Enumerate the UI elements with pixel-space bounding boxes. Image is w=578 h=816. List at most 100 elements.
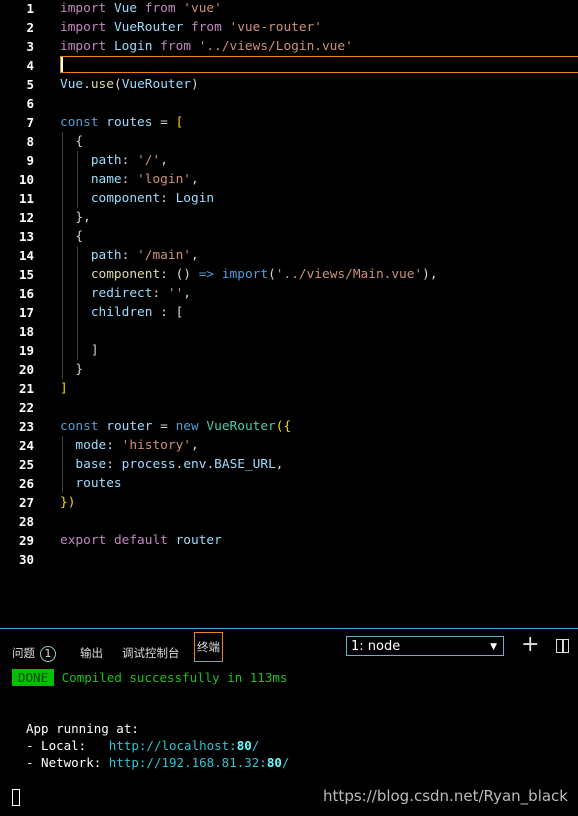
dropdown-arrow-icon: ▼ [490,642,497,652]
code-text: const routes = [ [60,115,184,130]
network-url[interactable]: http://192.168.81.32:80/ [109,755,290,770]
code-line[interactable]: 21] [0,379,578,398]
code-line[interactable]: 2 import VueRouter from 'vue-router' [0,18,578,37]
terminal-select[interactable]: 1: node ▼ [346,636,504,656]
tab-terminal[interactable]: 终端 [194,632,223,662]
code-line[interactable]: 13 { [0,227,578,246]
code-text: children : [ [60,305,184,320]
code-text: redirect: '', [60,286,192,301]
line-number: 7 [26,115,34,130]
code-line[interactable]: 9 path: '/', [0,151,578,170]
line-number: 23 [18,419,34,434]
code-text: path: '/main', [60,248,199,263]
code-line[interactable]: 28 [0,512,578,531]
code-text: }) [60,495,76,510]
compile-status-line: DONE Compiled successfully in 113ms [12,669,288,686]
line-number: 9 [26,153,34,168]
line-number: 4 [26,58,34,73]
line-number: 29 [18,533,34,548]
line-number: 25 [18,457,34,472]
line-number: 26 [18,476,34,491]
code-text: base: process.env.BASE_URL, [60,457,284,472]
code-line[interactable]: 12 }, [0,208,578,227]
code-line[interactable]: 19 ] [0,341,578,360]
code-text: Vue.use(VueRouter) [60,77,199,92]
code-text: }, [60,210,91,225]
tab-debug-console[interactable]: 调试控制台 [122,639,180,667]
line-number: 24 [18,438,34,453]
code-line[interactable]: 30 [0,550,578,569]
code-text: const router = new VueRouter({ [60,419,292,434]
compile-message: Compiled successfully in 113ms [61,670,288,685]
done-badge: DONE [12,669,55,686]
code-text: component: Login [60,191,215,206]
code-line[interactable]: 24 mode: 'history', [0,436,578,455]
line-number: 15 [18,267,34,282]
code-line[interactable]: 27}) [0,493,578,512]
code-line[interactable]: 16 redirect: '', [0,284,578,303]
code-line[interactable]: 11 component: Login [0,189,578,208]
code-line[interactable]: 17 children : [ [0,303,578,322]
code-line[interactable]: 6 [0,94,578,113]
code-text: import Vue from 'vue' [60,1,222,16]
code-line[interactable]: 23 const router = new VueRouter({ [0,417,578,436]
code-editor[interactable]: 1 import Vue from 'vue' 2 import VueRouter … [0,0,578,625]
code-line[interactable]: 15 component: () => import('../views/Mai… [0,265,578,284]
code-text: { [60,229,84,244]
line-number: 21 [18,381,34,396]
code-line[interactable]: 18 [0,322,578,341]
code-line[interactable]: 26 routes [0,474,578,493]
code-line[interactable]: 29 export default router [0,531,578,550]
code-text: component: () => import('../views/Main.v… [60,267,438,282]
tab-problems[interactable]: 问题 1 [12,639,56,667]
line-number: 13 [18,229,34,244]
code-text: import VueRouter from 'vue-router' [60,20,322,35]
code-line[interactable]: 20 } [0,360,578,379]
local-line: - Local: http://localhost:80/ [26,738,259,753]
tab-label: 问题 [12,646,35,660]
line-number: 2 [26,20,34,35]
split-icon[interactable] [556,639,569,653]
watermark: https://blog.csdn.net/Ryan_black [323,787,568,805]
network-line: - Network: http://192.168.81.32:80/ [26,755,289,770]
code-line[interactable]: 4 [0,56,578,75]
code-text: routes [60,476,122,491]
network-label: - Network: [26,755,109,770]
line-number: 3 [26,39,34,54]
code-text: name: 'login', [60,172,199,187]
code-text: import Login from '../views/Login.vue' [60,39,353,54]
line-number: 5 [26,77,34,92]
code-line[interactable]: 1 import Vue from 'vue' [0,0,578,18]
code-text: export default router [60,533,222,548]
line-number: 6 [26,96,34,111]
code-line[interactable]: 5 Vue.use(VueRouter) [0,75,578,94]
code-line[interactable]: 10 name: 'login', [0,170,578,189]
line-number: 18 [18,324,34,339]
code-line[interactable]: 3 import Login from '../views/Login.vue' [0,37,578,56]
code-line[interactable]: 8 { [0,132,578,151]
line-number: 19 [18,343,34,358]
plus-icon[interactable]: + [521,632,539,657]
line-number: 16 [18,286,34,301]
line-number: 11 [18,191,34,206]
bottom-panel: 问题 1 输出 调试控制台 终端 1: node ▼ + DONE Compiled… [0,628,578,816]
app-running-line: App running at: [26,721,139,736]
problems-count-badge: 1 [40,646,56,662]
code-line[interactable]: 22 [0,398,578,417]
line-number: 8 [26,134,34,149]
code-text: ] [60,343,99,358]
code-text: path: '/', [60,153,168,168]
code-line[interactable]: 25 base: process.env.BASE_URL, [0,455,578,474]
code-line[interactable]: 14 path: '/main', [0,246,578,265]
line-number: 10 [18,172,34,187]
line-number: 1 [26,1,34,16]
local-url[interactable]: http://localhost:80/ [109,738,260,753]
line-number: 28 [18,514,34,529]
line-number: 30 [18,552,34,567]
code-text: ] [60,381,68,396]
code-text: } [60,362,84,377]
code-line[interactable]: 7 const routes = [ [0,113,578,132]
line-number: 12 [18,210,34,225]
code-text: { [60,134,84,149]
tab-output[interactable]: 输出 [80,639,103,667]
